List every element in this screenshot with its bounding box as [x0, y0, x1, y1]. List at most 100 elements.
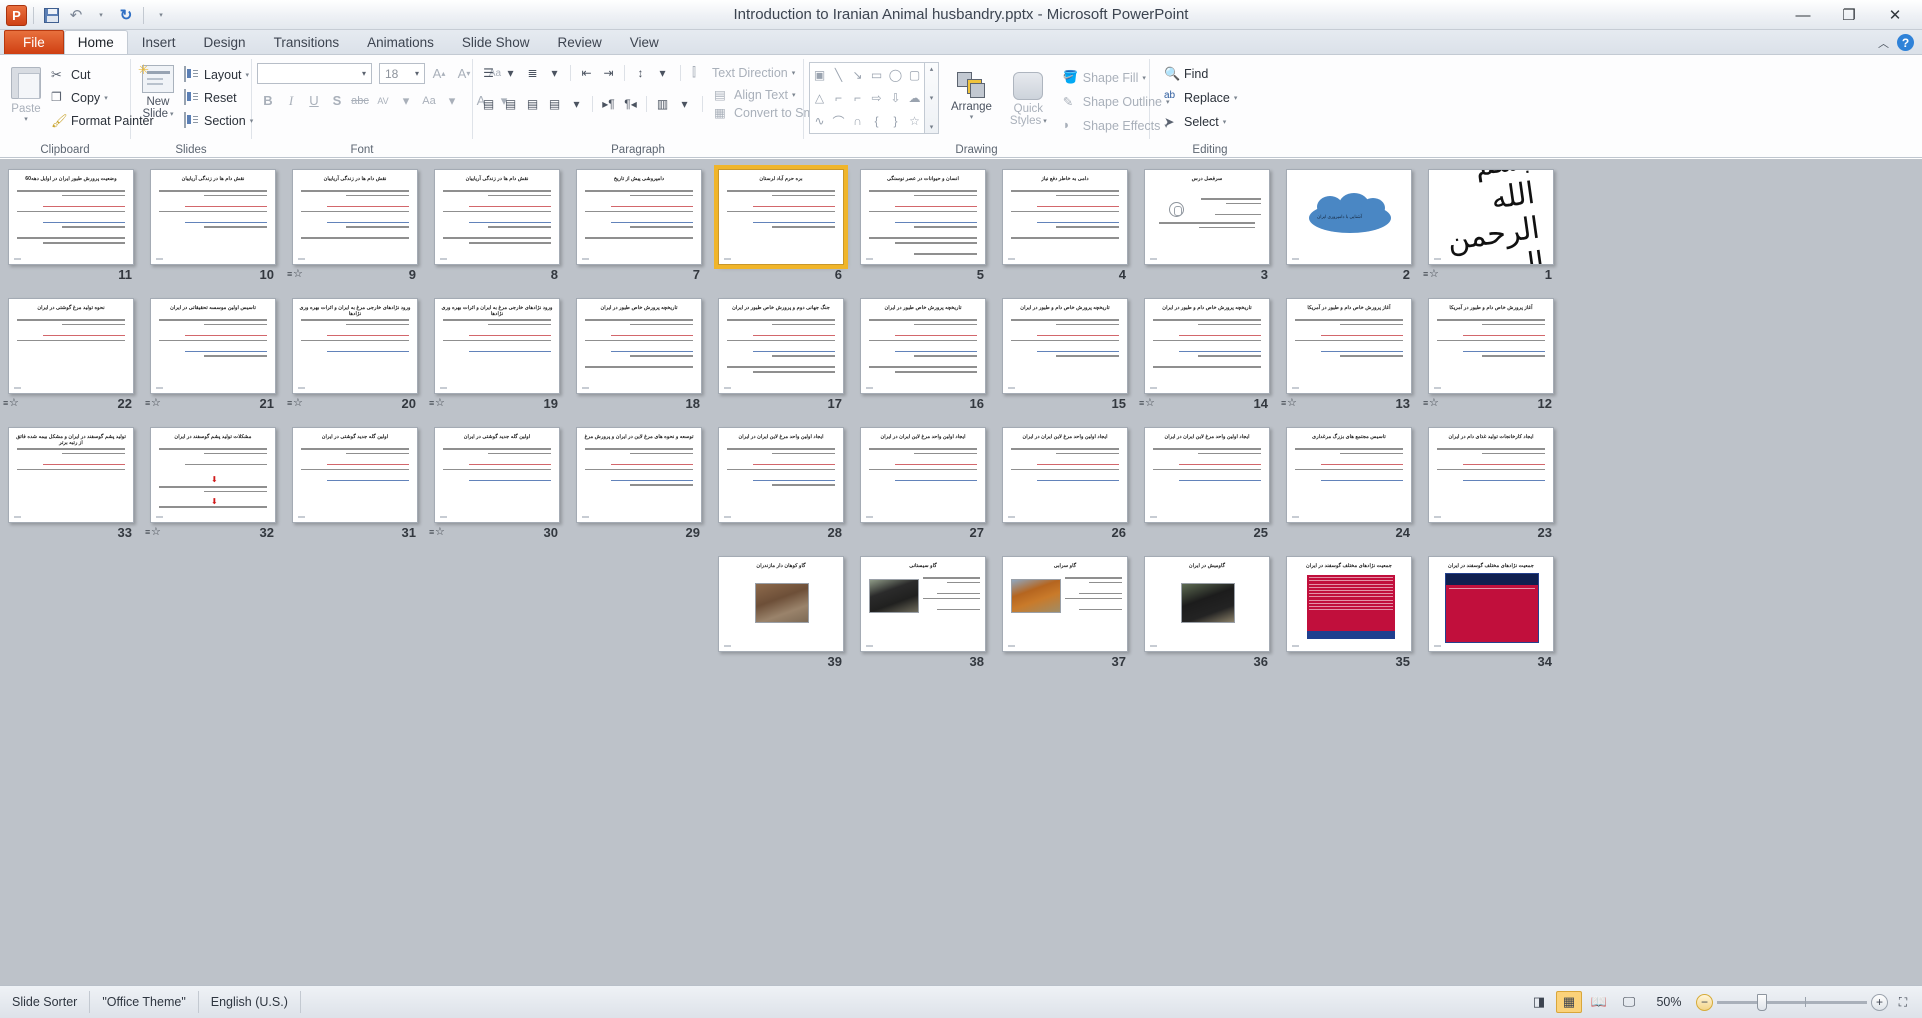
slide-thumbnail-39[interactable]: گاو کوهان دار مازندران	[718, 556, 844, 652]
shape-rectangle-icon[interactable]: ▭	[871, 68, 882, 82]
shape-textbox-icon[interactable]: ▣	[814, 68, 825, 82]
slide-thumbnail-15[interactable]: تاریخچه پرورش خاص دام و طیور در ایران	[1002, 298, 1128, 394]
arrange-dropdown-icon[interactable]: ▾	[970, 113, 974, 121]
layout-button[interactable]: Layout ▾	[180, 65, 257, 85]
view-slide-sorter-button[interactable]: ▦	[1556, 991, 1582, 1013]
slide-thumbnail-24[interactable]: تاسیس مجتمع های بزرگ مرغداری	[1286, 427, 1412, 523]
slide-thumbnail-cell[interactable]: سرفصل درس 3	[1136, 165, 1278, 294]
tab-design[interactable]: Design	[190, 30, 260, 54]
slide-transition-icon[interactable]	[1423, 269, 1439, 280]
slide-thumbnail-cell[interactable]: توسعه و نحوه های مرغ لاین در ایران و پرو…	[568, 423, 710, 552]
zoom-out-button[interactable]: −	[1696, 993, 1713, 1011]
bold-button[interactable]: B	[257, 90, 279, 111]
shapes-gallery-scrollbar[interactable]: ▴ ▾ ▾	[925, 62, 939, 134]
shape-elbow-connector-icon[interactable]: ⌐	[835, 91, 842, 105]
slide-thumbnail-cell[interactable]: آغاز پرورش خاص دام و طیور در آمریکا 13	[1278, 294, 1420, 423]
line-spacing-button[interactable]: ↕	[630, 63, 651, 83]
slide-thumbnail-5[interactable]: انسان و حیوانات در عصر نوسنگی	[860, 169, 986, 265]
slide-thumbnail-cell[interactable]: اولین گله جدید گوشتی در ایران 31	[284, 423, 426, 552]
zoom-in-button[interactable]: +	[1871, 993, 1888, 1011]
slide-thumbnail-canvas[interactable]: تاریخچه پرورش خاص دام و طیور در ایران	[1002, 298, 1128, 394]
slide-thumbnail-cell[interactable]: بسم الله الرحمن الرحیم 1	[1420, 165, 1562, 294]
slide-thumbnail-canvas[interactable]: گاومیش در ایران	[1144, 556, 1270, 652]
tab-view[interactable]: View	[616, 30, 673, 54]
slide-thumbnail-cell[interactable]: بره حرم آباد لرستان 6	[710, 165, 852, 294]
gallery-more-icon[interactable]: ▾	[930, 123, 934, 131]
font-name-input[interactable]: ▾	[257, 63, 372, 84]
slide-thumbnail-cell[interactable]: نقش دام ها در زندگی آریاییان 10	[142, 165, 284, 294]
slide-thumbnail-cell[interactable]: آشنایی با دامپروری ایران 2	[1278, 165, 1420, 294]
justify-button[interactable]: ▤	[544, 94, 565, 114]
slide-thumbnail-28[interactable]: ایجاد اولین واحد مرغ لاین ایران در ایران	[718, 427, 844, 523]
slide-thumbnail-canvas[interactable]: دامی به خاطر دفع نیاز	[1002, 169, 1128, 265]
slide-thumbnail-33[interactable]: تولید پشم گوسفند در ایران و مشکل بیمه شد…	[8, 427, 134, 523]
slide-thumbnail-canvas[interactable]: تاریخچه پرورش خاص طیور در ایران	[860, 298, 986, 394]
slide-thumbnail-10[interactable]: نقش دام ها در زندگی آریاییان	[150, 169, 276, 265]
slide-transition-icon[interactable]	[429, 398, 445, 409]
slide-thumbnail-20[interactable]: ورود نژادهای خارجی مرغ به ایران و اثرات …	[292, 298, 418, 394]
shape-triangle-icon[interactable]: △	[815, 91, 824, 105]
gallery-scroll-up-icon[interactable]: ▴	[930, 65, 934, 73]
slide-sorter-workspace[interactable]: وضعیت پرورش طیور ایران در اوایل دهه60 11 ن…	[0, 159, 1922, 985]
slide-thumbnail-3[interactable]: سرفصل درس	[1144, 169, 1270, 265]
slide-thumbnail-cell[interactable]: تاریخچه پرورش خاص طیور در ایران 16	[852, 294, 994, 423]
slide-thumbnail-2[interactable]: آشنایی با دامپروری ایران	[1286, 169, 1412, 265]
slide-thumbnail-canvas[interactable]: ورود نژادهای خارجی مرغ به ایران و اثرات …	[292, 298, 418, 394]
slide-thumbnail-cell[interactable]: اولین گله جدید گوشتی در ایران 30	[426, 423, 568, 552]
slide-thumbnail-cell[interactable]: دامی به خاطر دفع نیاز 4	[994, 165, 1136, 294]
font-name-dropdown-icon[interactable]: ▾	[359, 69, 369, 78]
slide-thumbnail-cell[interactable]: انسان و حیوانات در عصر نوسنگی 5	[852, 165, 994, 294]
slide-thumbnail-canvas[interactable]: تاسیس مجتمع های بزرگ مرغداری	[1286, 427, 1412, 523]
slide-thumbnail-cell[interactable]: گاو سیستانی 38	[852, 552, 994, 681]
slide-thumbnail-cell[interactable]: جمعیت نژادهای مختلف گوسفند در ایران 34	[1420, 552, 1562, 681]
shape-arrow-icon[interactable]: ↘	[852, 68, 862, 82]
slide-thumbnail-12[interactable]: آغاز پرورش خاص دام و طیور در آمریکا	[1428, 298, 1554, 394]
slide-thumbnail-13[interactable]: آغاز پرورش خاص دام و طیور در آمریکا	[1286, 298, 1412, 394]
slide-thumbnail-23[interactable]: ایجاد کارخانجات تولید غذای دام در ایران	[1428, 427, 1554, 523]
shape-left-brace-icon[interactable]: {	[874, 114, 878, 128]
slide-thumbnail-canvas[interactable]: توسعه و نحوه های مرغ لاین در ایران و پرو…	[576, 427, 702, 523]
tab-insert[interactable]: Insert	[128, 30, 190, 54]
character-spacing-button[interactable]: AV	[372, 90, 394, 111]
slide-thumbnail-36[interactable]: گاومیش در ایران	[1144, 556, 1270, 652]
align-left-button[interactable]: ▤	[478, 94, 499, 114]
line-spacing-dropdown-icon[interactable]: ▾	[652, 63, 673, 83]
character-spacing-dropdown-icon[interactable]: ▾	[395, 90, 417, 111]
slide-transition-icon[interactable]	[287, 398, 303, 409]
slide-thumbnail-cell[interactable]: نقش دام ها در زندگی آریاییان 8	[426, 165, 568, 294]
slide-thumbnail-cell[interactable]: گاومیش در ایران 36	[1136, 552, 1278, 681]
shapes-gallery[interactable]: ▣ ╲ ↘ ▭ ◯ ▢ △ ⌐ ⌐ ⇨ ⇩ ☁ ∿ ⌒ ∩ { } ☆	[809, 62, 925, 134]
slide-thumbnail-canvas[interactable]: اولین گله جدید گوشتی در ایران	[434, 427, 560, 523]
shape-fill-dropdown-icon[interactable]: ▾	[1142, 74, 1146, 82]
slide-thumbnail-canvas[interactable]: تاریخچه پرورش خاص طیور در ایران	[576, 298, 702, 394]
tab-file[interactable]: File	[4, 30, 64, 54]
slide-thumbnail-canvas[interactable]: بسم الله الرحمن الرحیم	[1428, 169, 1554, 265]
slide-thumbnail-cell[interactable]: وضعیت پرورش طیور ایران در اوایل دهه60 11	[0, 165, 142, 294]
slide-thumbnail-cell[interactable]: تاسیس مجتمع های بزرگ مرغداری 24	[1278, 423, 1420, 552]
slide-thumbnail-canvas[interactable]: تاریخچه پرورش خاص دام و طیور در ایران	[1144, 298, 1270, 394]
paragraph-rtl-button[interactable]: ¶◂	[620, 94, 641, 114]
new-slide-button[interactable]: ✳ New Slide ▾	[136, 59, 180, 122]
new-slide-dropdown-icon[interactable]: ▾	[170, 110, 174, 118]
slide-thumbnail-cell[interactable]: نقش دام ها در زندگی آریاییان 9	[284, 165, 426, 294]
slide-thumbnail-canvas[interactable]: انسان و حیوانات در عصر نوسنگی	[860, 169, 986, 265]
shape-scribble-icon[interactable]: ∿	[814, 114, 824, 128]
shape-oval-icon[interactable]: ◯	[889, 68, 902, 82]
slide-thumbnail-cell[interactable]: جنگ جهانی دوم و پرورش خاص طیور در ایران 1…	[710, 294, 852, 423]
slide-thumbnail-cell[interactable]: ایجاد اولین واحد مرغ لاین ایران در ایران…	[710, 423, 852, 552]
slide-thumbnail-cell[interactable]: دامپروشی پیش از تاریخ 7	[568, 165, 710, 294]
slide-thumbnail-cell[interactable]: ایجاد اولین واحد مرغ لاین ایران در ایران…	[852, 423, 994, 552]
layout-dropdown-icon[interactable]: ▾	[246, 71, 250, 79]
slide-thumbnail-35[interactable]: جمعیت نژادهای مختلف گوسفند در ایران	[1286, 556, 1412, 652]
shape-curve-icon[interactable]: ∩	[853, 114, 862, 128]
align-right-button[interactable]: ▤	[522, 94, 543, 114]
slide-thumbnail-34[interactable]: جمعیت نژادهای مختلف گوسفند در ایران	[1428, 556, 1554, 652]
slide-thumbnail-11[interactable]: وضعیت پرورش طیور ایران در اوایل دهه60	[8, 169, 134, 265]
arrange-button[interactable]: Arrange ▾	[945, 62, 998, 123]
shape-line-icon[interactable]: ╲	[835, 68, 842, 82]
align-text-dropdown-icon[interactable]: ▾	[792, 91, 796, 99]
slide-thumbnail-38[interactable]: گاو سیستانی	[860, 556, 986, 652]
slide-thumbnail-canvas[interactable]: تاسیس اولین موسسه تحقیقاتی در ایران	[150, 298, 276, 394]
slide-thumbnail-cell[interactable]: ایجاد اولین واحد مرغ لاین ایران در ایران…	[1136, 423, 1278, 552]
slide-thumbnail-cell[interactable]: تاریخچه پرورش خاص دام و طیور در ایران 15	[994, 294, 1136, 423]
